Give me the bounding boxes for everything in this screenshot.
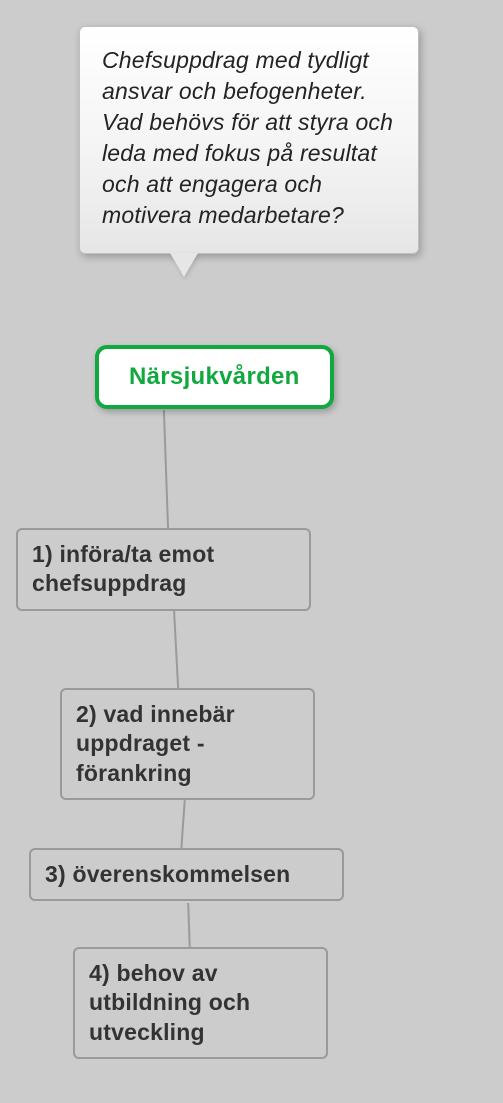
callout-text: Chefsuppdrag med tydligt ansvar och befo… [102,45,396,231]
callout-box: Chefsuppdrag med tydligt ansvar och befo… [79,26,419,254]
connector-step2-step3 [180,800,185,850]
step-1-label: 1) införa/ta emot chefsuppdrag [32,540,295,599]
step-2-box: 2) vad innebär uppdraget - förankring [60,688,315,800]
step-4-box: 4) behov av utbildning och utveckling [73,947,328,1059]
step-4-label: 4) behov av utbildning och utveckling [89,959,312,1047]
step-3-box: 3) överenskommelsen [29,848,344,901]
step-3-label: 3) överenskommelsen [45,860,328,889]
root-node-label: Närsjukvården [129,363,300,390]
connector-step1-step2 [173,605,179,690]
connector-step3-step4 [187,903,191,949]
connector-root-step1 [163,410,169,530]
step-2-label: 2) vad innebär uppdraget - förankring [76,700,299,788]
step-1-box: 1) införa/ta emot chefsuppdrag [16,528,311,611]
root-node: Närsjukvården [95,345,334,409]
